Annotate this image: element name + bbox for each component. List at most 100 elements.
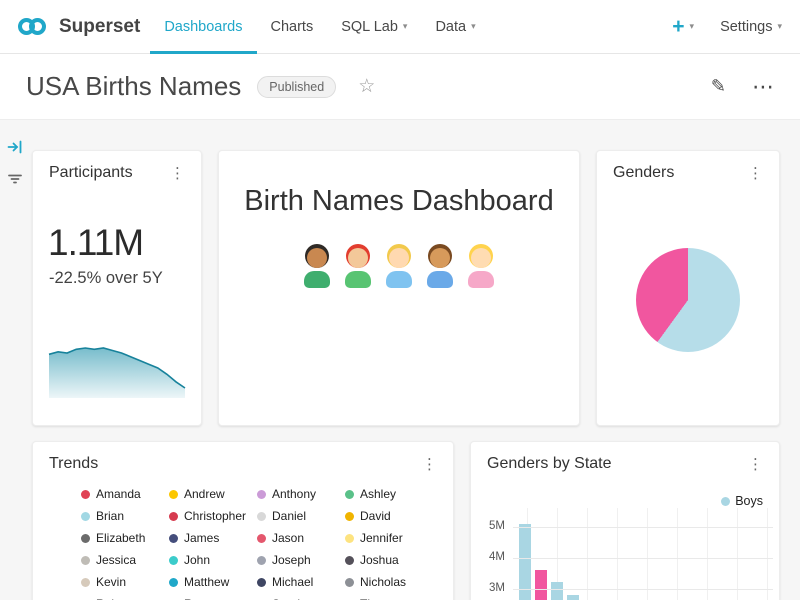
chart-title: Genders by State	[487, 455, 612, 473]
child-figure-3	[382, 244, 416, 290]
legend-item-anthony[interactable]: Anthony	[257, 487, 345, 501]
legend-label: James	[184, 531, 219, 545]
legend-item-amanda[interactable]: Amanda	[81, 487, 169, 501]
legend-label: Elizabeth	[96, 531, 145, 545]
legend-color-dot	[169, 578, 178, 587]
legend-item-elizabeth[interactable]: Elizabeth	[81, 531, 169, 545]
legend-color-dot	[169, 490, 178, 499]
legend-color-dot	[721, 497, 730, 506]
markdown-header-card: Birth Names Dashboard	[218, 150, 580, 426]
big-number-value: 1.11M	[48, 222, 201, 264]
settings-label: Settings	[720, 19, 772, 35]
bar-boys[interactable]	[551, 582, 563, 600]
chevron-down-icon: ▾	[690, 21, 695, 32]
chart-title: Participants	[49, 164, 133, 182]
legend-label: David	[360, 509, 391, 523]
gridline	[513, 589, 773, 590]
legend-color-dot	[257, 512, 266, 521]
legend-label: Boys	[735, 494, 763, 508]
legend-label: Amanda	[96, 487, 141, 501]
legend-label: Joshua	[360, 553, 399, 567]
legend-color-dot	[81, 512, 90, 521]
superset-brand[interactable]: Superset	[18, 16, 140, 38]
dashboard-hero-title: Birth Names Dashboard	[219, 185, 579, 218]
legend-item-nicholas[interactable]: Nicholas	[345, 575, 433, 589]
kebab-menu-icon[interactable]: ⋮	[166, 164, 189, 182]
y-axis-tick-label: 5M	[483, 520, 505, 532]
legend-item-daniel[interactable]: Daniel	[257, 509, 345, 523]
legend-item-jennifer[interactable]: Jennifer	[345, 531, 433, 545]
legend-label: Anthony	[272, 487, 316, 501]
legend-color-dot	[81, 578, 90, 587]
legend-item-joseph[interactable]: Joseph	[257, 553, 345, 567]
dashboard-header: USA Births Names Published ☆ ✎ ⋯	[0, 54, 800, 120]
nav-item-label: SQL Lab	[341, 19, 398, 35]
legend-label: Jessica	[96, 553, 136, 567]
legend-item-andrew[interactable]: Andrew	[169, 487, 257, 501]
trends-legend: Amanda Andrew Anthony Ashley Brian Chris…	[81, 487, 453, 600]
big-number-delta: -22.5% over 5Y	[49, 269, 201, 288]
legend-item-joshua[interactable]: Joshua	[345, 553, 433, 567]
legend-color-dot	[345, 578, 354, 587]
legend-color-dot	[345, 556, 354, 565]
y-axis-tick-label: 3M	[483, 582, 505, 594]
bar-boys[interactable]	[567, 595, 579, 600]
child-figure-1	[300, 244, 334, 290]
bar-girls[interactable]	[535, 570, 547, 600]
gbs-legend[interactable]: Boys	[721, 494, 763, 508]
children-illustration	[219, 244, 579, 290]
legend-item-jessica[interactable]: Jessica	[81, 553, 169, 567]
superset-dashboard-page: Superset Dashboards Charts SQL Lab ▾ Dat…	[0, 0, 800, 600]
legend-color-dot	[81, 556, 90, 565]
legend-label: Ashley	[360, 487, 396, 501]
kebab-menu-icon[interactable]: ⋮	[744, 164, 767, 182]
kebab-menu-icon[interactable]: ⋮	[418, 455, 441, 473]
edit-pencil-icon[interactable]: ✎	[711, 76, 726, 97]
legend-item-michael[interactable]: Michael	[257, 575, 345, 589]
gbs-plot	[513, 508, 773, 600]
nav-item-sql-lab[interactable]: SQL Lab ▾	[327, 0, 421, 54]
genders-by-state-card: Genders by State ⋮ Boys 5M 4M 3M	[470, 441, 780, 600]
child-figure-4	[423, 244, 457, 290]
legend-item-christopher[interactable]: Christopher	[169, 509, 257, 523]
page-title: USA Births Names	[26, 71, 241, 102]
legend-color-dot	[345, 534, 354, 543]
top-navbar: Superset Dashboards Charts SQL Lab ▾ Dat…	[0, 0, 800, 54]
child-figure-5	[464, 244, 498, 290]
legend-item-jason[interactable]: Jason	[257, 531, 345, 545]
nav-item-dashboards[interactable]: Dashboards	[150, 0, 256, 54]
more-options-icon[interactable]: ⋯	[752, 74, 774, 100]
new-button[interactable]: + ▾	[672, 15, 694, 39]
legend-item-ashley[interactable]: Ashley	[345, 487, 433, 501]
legend-item-david[interactable]: David	[345, 509, 433, 523]
legend-label: Michael	[272, 575, 313, 589]
filter-icon[interactable]	[0, 166, 30, 192]
plus-icon: +	[672, 15, 684, 39]
legend-color-dot	[81, 490, 90, 499]
nav-item-charts[interactable]: Charts	[257, 0, 328, 54]
favorite-star-icon[interactable]: ☆	[358, 75, 375, 98]
legend-label: Jason	[272, 531, 304, 545]
nav-item-data[interactable]: Data ▾	[421, 0, 489, 54]
legend-item-brian[interactable]: Brian	[81, 509, 169, 523]
chart-title: Genders	[613, 164, 674, 182]
kebab-menu-icon[interactable]: ⋮	[744, 455, 767, 473]
legend-color-dot	[345, 490, 354, 499]
gbs-chart: 5M 4M 3M	[483, 508, 773, 600]
navbar-right: + ▾ Settings ▾	[672, 15, 782, 39]
nav-item-label: Data	[435, 19, 466, 35]
legend-color-dot	[169, 556, 178, 565]
expand-filters-icon[interactable]	[0, 134, 30, 160]
participants-card: Participants ⋮ 1.11M -22.5% over 5Y	[32, 150, 202, 426]
nav-item-label: Charts	[271, 19, 314, 35]
legend-color-dot	[169, 534, 178, 543]
settings-menu[interactable]: Settings ▾	[720, 19, 782, 35]
legend-item-kevin[interactable]: Kevin	[81, 575, 169, 589]
y-axis-tick-label: 4M	[483, 551, 505, 563]
genders-pie-chart[interactable]	[636, 248, 740, 352]
legend-item-matthew[interactable]: Matthew	[169, 575, 257, 589]
legend-item-james[interactable]: James	[169, 531, 257, 545]
legend-label: Christopher	[184, 509, 246, 523]
published-badge[interactable]: Published	[257, 76, 336, 98]
legend-item-john[interactable]: John	[169, 553, 257, 567]
